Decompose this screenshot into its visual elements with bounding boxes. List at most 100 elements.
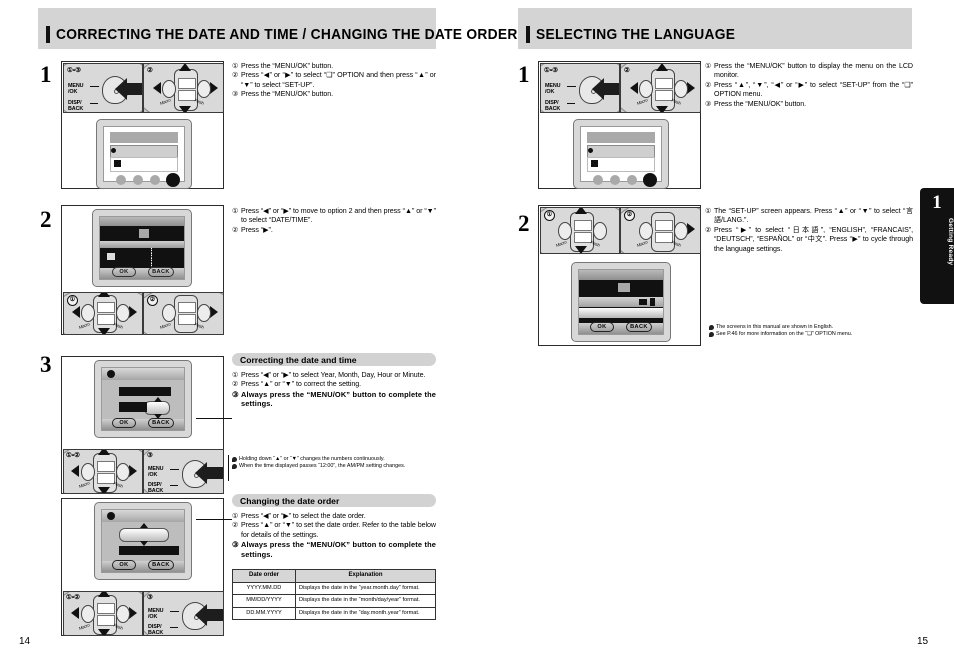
- zoom-wide-cell[interactable]: [655, 232, 673, 243]
- subsection-order-header: Changing the date order: [232, 494, 436, 507]
- disp-leader: [170, 485, 178, 486]
- list-item: ① The “SET-UP” screen appears. Press “▲” …: [705, 207, 913, 225]
- zoom-tele-cell[interactable]: [655, 220, 673, 231]
- up-arrow-icon: [656, 64, 668, 71]
- up-indicator-icon: [140, 523, 148, 528]
- badge-2: ②: [147, 67, 153, 74]
- note-rule: [228, 455, 229, 481]
- badge-1: ①: [67, 295, 78, 306]
- menu-leader: [170, 611, 179, 612]
- macro-button[interactable]: [639, 222, 653, 240]
- down-arrow-icon: [575, 246, 587, 253]
- right-arrow-icon: [687, 82, 695, 94]
- note-line: See P.46 for more information on the “❑”…: [709, 331, 909, 338]
- zoom-wide-cell[interactable]: [178, 314, 196, 325]
- up-arrow-icon: [98, 450, 110, 455]
- macro-button[interactable]: [81, 463, 95, 481]
- macro-button[interactable]: [162, 304, 176, 322]
- value-dots: ⋮ ⋮ ⋮ ⋮: [148, 248, 155, 270]
- cell-date-order: DD.MM.YYYY: [232, 606, 296, 620]
- zoom-tele-cell[interactable]: [655, 78, 673, 89]
- zoom-tele-cell[interactable]: [97, 461, 115, 472]
- zoom-wide-cell[interactable]: [178, 90, 196, 101]
- chapter-number: 1: [932, 192, 942, 213]
- macro-button[interactable]: [81, 304, 95, 322]
- zoom-tele-cell[interactable]: [97, 302, 115, 313]
- r-step1-figure: ①•③ MENU/OK DISP/BACK ② Macro Flash: [538, 61, 701, 189]
- ok-button-hint: OK: [112, 560, 136, 570]
- cursor-dot: [588, 148, 593, 153]
- badge-1: ①: [544, 210, 555, 221]
- menu-label-2: [150, 229, 174, 238]
- lcd-inner: ⋮ ⋮ ⋮ ⋮ OK BACK: [99, 216, 185, 280]
- dpad[interactable]: [651, 69, 675, 111]
- lcd-inner: [103, 126, 185, 187]
- dpad[interactable]: [651, 212, 675, 252]
- dpad[interactable]: [174, 69, 198, 111]
- flash-button[interactable]: [116, 304, 130, 322]
- step2-figure: ⋮ ⋮ ⋮ ⋮ OK BACK ① Macro Flash ② Macro Fl…: [61, 205, 224, 335]
- left-arrow-icon: [71, 607, 79, 619]
- zoom-tele-cell[interactable]: [97, 603, 115, 614]
- table-row: YYYY.MM.DD Displays the date in the “yea…: [232, 581, 436, 595]
- left-section-header: CORRECTING THE DATE AND TIME / CHANGING …: [38, 8, 517, 49]
- cursor-dot: [111, 148, 116, 153]
- zoom-wide-cell[interactable]: [97, 314, 115, 325]
- zoom-wide-cell[interactable]: [97, 615, 115, 626]
- order-instructions: ① Press “◀” or “▶” to select the date ord…: [232, 512, 436, 559]
- step1-lcd: [96, 119, 192, 189]
- setup-icon: [114, 160, 121, 167]
- left-arrow-icon: [153, 82, 161, 94]
- option-tab-3: [627, 175, 637, 185]
- cell-explanation: Displays the date in the “day.month.year…: [295, 606, 436, 620]
- macro-button[interactable]: [639, 80, 653, 98]
- dpad-control-diagram: ② Macro Flash: [620, 63, 701, 113]
- left-arrow-icon: [630, 82, 638, 94]
- selected-order-highlight: [119, 528, 169, 542]
- lcd-inner: OK BACK: [101, 509, 185, 573]
- subsection-order-title: Changing the date order: [240, 495, 340, 506]
- step2-lcd: ⋮ ⋮ ⋮ ⋮ OK BACK: [92, 209, 192, 287]
- date-time-lcd: OK BACK: [94, 360, 192, 438]
- lang-icon: [639, 299, 647, 305]
- right-page: SELECTING THE LANGUAGE 1 ①•③ MENU/OK DIS…: [477, 0, 954, 667]
- right-page-number: 15: [917, 636, 929, 647]
- setup-item-icon: [107, 253, 115, 260]
- zoom-tele-cell[interactable]: [178, 302, 196, 313]
- menu-label-1: [114, 229, 138, 238]
- macro-button[interactable]: [162, 80, 176, 98]
- flash-button[interactable]: [593, 222, 607, 240]
- macro-button[interactable]: [558, 222, 572, 240]
- flash-button[interactable]: [674, 80, 688, 98]
- zoom-tele-cell[interactable]: [574, 220, 592, 231]
- option-tab-1: [116, 175, 126, 185]
- zoom-tele-cell[interactable]: [178, 78, 196, 89]
- chapter-tab: 1 Getting Ready: [920, 188, 954, 304]
- menu-header-band: [100, 217, 184, 226]
- zoom-wide-cell[interactable]: [97, 473, 115, 484]
- down-arrow-icon: [98, 487, 110, 493]
- flash-button[interactable]: [116, 463, 130, 481]
- step-number-3: 3: [40, 352, 52, 377]
- r-step2-figure: ① Macro Flash ② Macro Flash OK BACK: [538, 205, 701, 346]
- flash-button[interactable]: [197, 80, 211, 98]
- lcd-inner: OK BACK: [101, 367, 185, 431]
- down-arrow-icon: [98, 328, 110, 334]
- ok-button-hint: OK: [112, 418, 136, 428]
- r-step2-control-left: ① Macro Flash: [540, 207, 620, 254]
- press-arrow-icon: [115, 78, 142, 100]
- list-item: ① Press “◀” or “▶” to select Year, Month,…: [232, 371, 426, 379]
- th-date-order: Date order: [232, 569, 296, 583]
- step1-figure: ①•③ MENU/OK DISP/BACK ② Macro Flash: [61, 61, 224, 189]
- badge-3: ③: [147, 594, 153, 601]
- zoom-wide-cell[interactable]: [574, 232, 592, 243]
- flash-button[interactable]: [116, 605, 130, 623]
- flash-button[interactable]: [674, 222, 688, 240]
- down-indicator-icon: [140, 541, 148, 546]
- back-button-hint: BACK: [626, 322, 652, 332]
- zoom-wide-cell[interactable]: [655, 90, 673, 101]
- macro-button[interactable]: [81, 605, 95, 623]
- step1-instructions: ① Press the “MENU/OK” button. ② Press “◀” …: [232, 62, 436, 100]
- option-tab-selected: [643, 173, 657, 187]
- flash-button[interactable]: [197, 304, 211, 322]
